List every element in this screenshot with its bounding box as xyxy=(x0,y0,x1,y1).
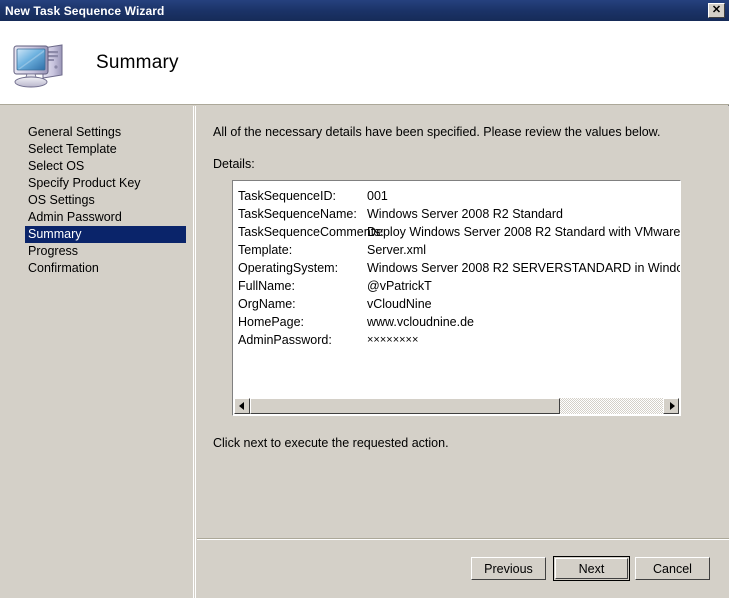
sidebar-item-select-template[interactable]: Select Template xyxy=(0,141,194,158)
detail-row: HomePage: www.vcloudnine.de xyxy=(233,313,680,331)
intro-text: All of the necessary details have been s… xyxy=(213,125,661,139)
sidebar-item-label: Specify Product Key xyxy=(28,176,141,190)
sidebar-item-general-settings[interactable]: General Settings xyxy=(0,124,194,141)
sidebar-item-confirmation[interactable]: Confirmation xyxy=(0,260,194,277)
title-bar: New Task Sequence Wizard ✕ xyxy=(0,0,729,21)
scrollbar-thumb[interactable] xyxy=(250,398,560,414)
sidebar-item-label: Progress xyxy=(28,244,79,258)
detail-value: @vPatrickT xyxy=(367,279,432,293)
sidebar-item-select-os[interactable]: Select OS xyxy=(0,158,194,175)
wizard-step-sidebar: General Settings Select Template Select OS… xyxy=(0,106,194,598)
cancel-button-label: Cancel xyxy=(653,561,692,576)
triangle-left-icon[interactable] xyxy=(234,398,250,414)
detail-row: TaskSequenceID: 001 xyxy=(233,187,680,205)
detail-key: OrgName: xyxy=(238,297,296,311)
window-title: New Task Sequence Wizard xyxy=(5,3,165,18)
next-button-label: Next xyxy=(555,558,628,579)
close-icon-glyph: ✕ xyxy=(711,4,722,16)
sidebar-item-label: General Settings xyxy=(28,125,122,139)
detail-value: Windows Server 2008 R2 Standard xyxy=(367,207,563,221)
click-next-text: Click next to execute the requested acti… xyxy=(213,436,449,450)
computer-icon xyxy=(10,35,74,91)
wizard-header: Summary xyxy=(0,21,729,105)
detail-row: Template: Server.xml xyxy=(233,241,680,259)
detail-value: vCloudNine xyxy=(367,297,432,311)
previous-button[interactable]: Previous xyxy=(471,557,546,580)
detail-value: www.vcloudnine.de xyxy=(367,315,475,329)
sidebar-item-admin-password[interactable]: Admin Password xyxy=(0,209,194,226)
wizard-main-panel: All of the necessary details have been s… xyxy=(197,106,729,538)
close-icon[interactable]: ✕ xyxy=(708,3,725,18)
sidebar-item-label: Select OS xyxy=(28,159,85,173)
sidebar-item-label: Summary xyxy=(28,227,82,241)
sidebar-item-os-settings[interactable]: OS Settings xyxy=(0,192,194,209)
detail-row: FullName: @vPatrickT xyxy=(233,277,680,295)
next-button[interactable]: Next xyxy=(553,556,630,581)
sidebar-item-label: Confirmation xyxy=(28,261,99,275)
sidebar-item-progress[interactable]: Progress xyxy=(0,243,194,260)
detail-value: Windows Server 2008 R2 SERVERSTANDARD in… xyxy=(367,261,680,275)
sidebar-item-label: Select Template xyxy=(28,142,117,156)
triangle-right-icon[interactable] xyxy=(663,398,679,414)
wizard-window: New Task Sequence Wizard ✕ Summary Gener… xyxy=(0,0,729,598)
detail-key: AdminPassword: xyxy=(238,333,332,347)
previous-button-label: Previous xyxy=(484,561,533,576)
detail-key: TaskSequenceName: xyxy=(238,207,357,221)
detail-value: 001 xyxy=(367,189,388,203)
detail-row: OrgName: vCloudNine xyxy=(233,295,680,313)
details-rows: TaskSequenceID: 001 TaskSequenceName: Windo… xyxy=(233,187,680,349)
scrollbar-track[interactable] xyxy=(250,398,663,414)
detail-row: TaskSequenceComments: Deploy Windows Serv… xyxy=(233,223,680,241)
detail-key: TaskSequenceID: xyxy=(238,189,336,203)
detail-key: HomePage: xyxy=(238,315,305,329)
wizard-step-list: General Settings Select Template Select OS… xyxy=(0,124,194,277)
detail-key: Template: xyxy=(238,243,293,257)
page-title: Summary xyxy=(96,51,179,73)
details-viewport: TaskSequenceID: 001 TaskSequenceName: Windo… xyxy=(233,181,680,398)
detail-value: Server.xml xyxy=(367,243,427,257)
detail-row: TaskSequenceName: Windows Server 2008 R2 … xyxy=(233,205,680,223)
detail-key: TaskSequenceComments: xyxy=(238,225,384,239)
details-horizontal-scrollbar[interactable] xyxy=(234,398,679,414)
detail-row: AdminPassword: ×××××××× xyxy=(233,331,680,349)
sidebar-item-label: Admin Password xyxy=(28,210,122,224)
details-box: TaskSequenceID: 001 TaskSequenceName: Windo… xyxy=(232,180,681,416)
detail-value-masked: ×××××××× xyxy=(367,334,419,346)
wizard-footer: Previous Next Cancel xyxy=(197,540,729,598)
sidebar-item-label: OS Settings xyxy=(28,193,95,207)
detail-row: OperatingSystem: Windows Server 2008 R2 S… xyxy=(233,259,680,277)
sidebar-item-summary[interactable]: Summary xyxy=(25,226,186,243)
detail-value: Deploy Windows Server 2008 R2 Standard w… xyxy=(367,225,680,239)
detail-key: OperatingSystem: xyxy=(238,261,339,275)
details-label: Details: xyxy=(213,157,255,171)
sidebar-item-specify-product-key[interactable]: Specify Product Key xyxy=(0,175,194,192)
detail-key: FullName: xyxy=(238,279,295,293)
cancel-button[interactable]: Cancel xyxy=(635,557,710,580)
